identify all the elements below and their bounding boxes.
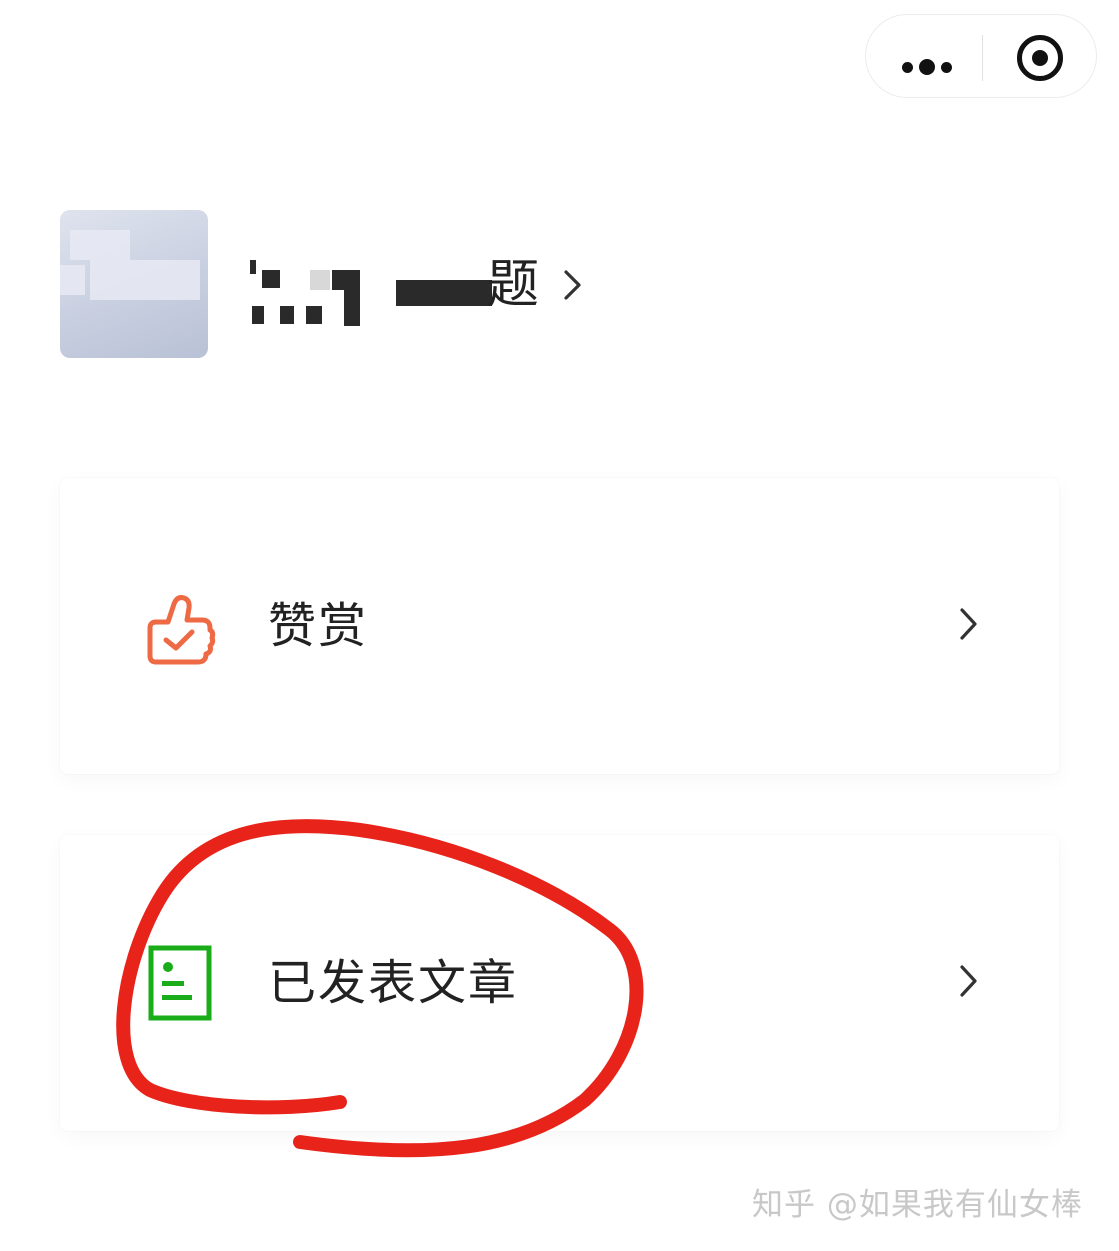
miniprogram-capsule [865,14,1097,98]
thumbs-up-check-icon [147,595,216,665]
menu-item-reward[interactable]: 赞赏 [60,478,1059,774]
mask-block [280,306,294,324]
chevron-right-icon [960,608,977,640]
mask-block [306,306,322,324]
menu-item-label: 赞赏 [268,598,369,654]
more-dot [902,62,913,73]
mask-block [310,270,330,290]
mask-block [344,270,360,326]
profile-header[interactable]: 题 [60,210,620,360]
mask-block [396,280,492,306]
mask-block [262,270,280,288]
watermark: 知乎 @如果我有仙女棒 [752,1187,1083,1223]
mask-block [252,306,264,324]
target-close-icon[interactable] [982,15,1098,99]
chevron-right-icon [960,965,977,997]
avatar-blur [60,265,85,295]
menu-item-published-articles[interactable]: 已发表文章 [60,835,1059,1131]
more-dot [919,59,935,75]
avatar [60,210,208,358]
more-dot [941,62,952,73]
article-document-icon [148,945,212,1021]
menu-item-label: 已发表文章 [268,955,519,1011]
mask-block [250,260,256,274]
masked-name [250,258,492,328]
close-core [1032,50,1048,66]
profile-name: 题 [487,255,540,315]
avatar-blur [90,260,200,300]
chevron-right-icon [564,270,581,300]
more-dots-icon[interactable] [866,15,982,99]
avatar-blur [70,230,130,260]
